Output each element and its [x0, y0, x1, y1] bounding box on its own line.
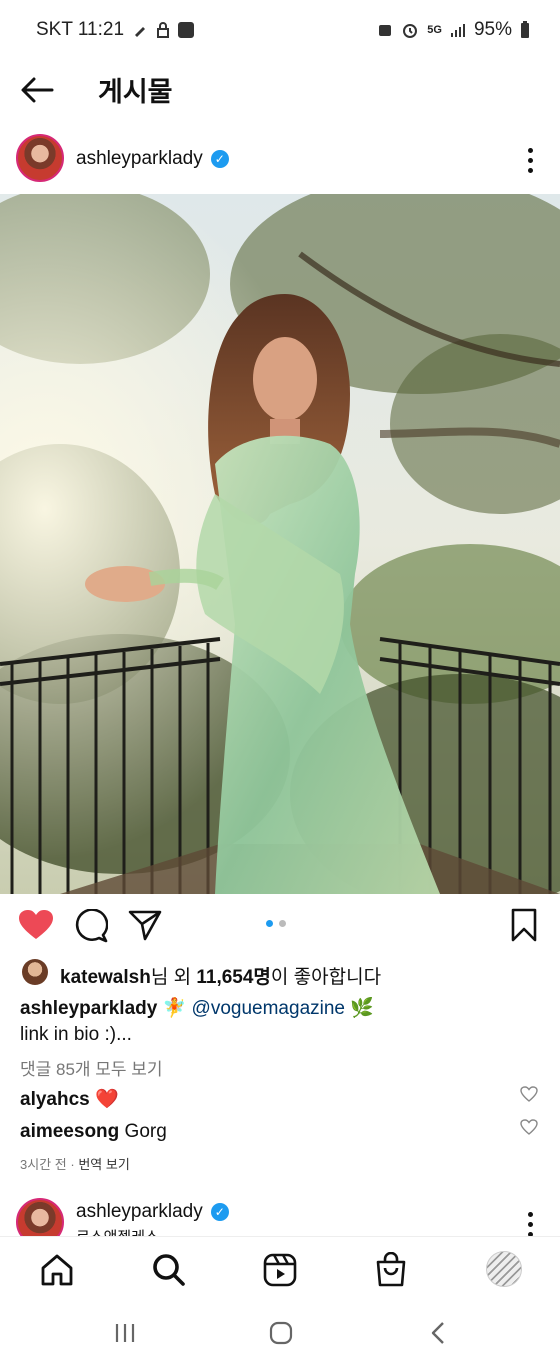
comment-row: alyahcs ❤️ [20, 1087, 119, 1111]
caption-emoji-fairy: 🧚 [162, 998, 187, 1019]
comment-icon[interactable] [74, 909, 108, 943]
share-icon[interactable] [128, 909, 162, 941]
signal-icon [450, 24, 465, 37]
author-username-row[interactable]: ashleyparklady ✓ [76, 148, 229, 170]
next-post-location[interactable]: 로스앤젤레스 [76, 1226, 159, 1236]
photo-illustration [0, 194, 560, 894]
post-photo[interactable] [0, 194, 560, 894]
like-heart-icon[interactable] [18, 909, 54, 941]
system-navigation-bar [0, 1304, 560, 1366]
more-options-icon[interactable] [526, 1212, 534, 1237]
comment-like-heart-icon[interactable] [520, 1119, 538, 1135]
reels-icon[interactable] [263, 1253, 297, 1287]
back-arrow-icon[interactable] [18, 72, 58, 108]
lock-mode-icon [379, 25, 392, 36]
battery-percent: 95% [473, 19, 512, 40]
profile-avatar[interactable] [486, 1251, 522, 1287]
caption-author[interactable]: ashleyparklady [20, 998, 157, 1019]
shop-icon[interactable] [375, 1252, 407, 1288]
page-title: 게시물 [98, 77, 173, 107]
top-app-bar: 게시물 [0, 60, 560, 120]
comment-username[interactable]: aimeesong [20, 1121, 119, 1142]
save-bookmark-icon[interactable] [510, 908, 538, 942]
like-count[interactable]: 11,654명 [196, 967, 271, 988]
post-meta: 3시간 전 · 번역 보기 [20, 1157, 130, 1172]
comment-row: aimeesong Gorg [20, 1121, 167, 1143]
carousel-indicator [266, 920, 286, 927]
alarm-icon [403, 24, 418, 38]
caption: ashleyparklady 🧚 @voguemagazine 🌿 [20, 996, 374, 1020]
likes-summary[interactable]: katewalsh님 외 11,654명이 좋아합니다 [60, 962, 381, 989]
liker-username[interactable]: katewalsh [60, 967, 151, 988]
home-circle-icon[interactable] [269, 1321, 293, 1345]
caption-line-2[interactable]: link in bio :)... [20, 1024, 132, 1046]
post-actions [0, 900, 560, 950]
home-icon[interactable] [40, 1254, 74, 1286]
next-post-username[interactable]: ashleyparklady [76, 1201, 203, 1222]
pen-icon [135, 27, 146, 37]
liker-avatar[interactable] [22, 959, 48, 985]
post-time: 3시간 전 [20, 1157, 67, 1172]
caption-emoji-herb: 🌿 [350, 998, 374, 1019]
network-type: 5G [427, 24, 442, 36]
bottom-navigation [0, 1236, 560, 1305]
comment-like-heart-icon[interactable] [520, 1086, 538, 1102]
comment-username[interactable]: alyahcs [20, 1089, 90, 1110]
translate-link[interactable]: 번역 보기 [78, 1157, 129, 1172]
verified-badge-icon: ✓ [210, 149, 229, 168]
verified-badge-icon: ✓ [210, 1202, 229, 1221]
next-post-username-row[interactable]: ashleyparklady ✓ [76, 1201, 229, 1223]
battery-icon [521, 21, 529, 38]
back-icon[interactable] [430, 1321, 446, 1345]
app-icon [178, 22, 195, 38]
caption-mention[interactable]: @voguemagazine [192, 998, 345, 1019]
search-icon[interactable] [152, 1253, 186, 1287]
view-all-comments-link[interactable]: 댓글 85개 모두 보기 [20, 1055, 163, 1080]
comment-text: ❤️ [95, 1089, 119, 1110]
author-username[interactable]: ashleyparklady [76, 148, 203, 169]
carrier-time: SKT 11:21 [36, 19, 125, 40]
status-bar: SKT 11:21 5G 95% [0, 0, 560, 60]
more-options-icon[interactable] [526, 148, 534, 173]
recents-icon[interactable] [114, 1322, 136, 1344]
lock-icon [157, 22, 170, 38]
comment-text: Gorg [124, 1121, 167, 1142]
author-avatar[interactable] [16, 134, 64, 182]
